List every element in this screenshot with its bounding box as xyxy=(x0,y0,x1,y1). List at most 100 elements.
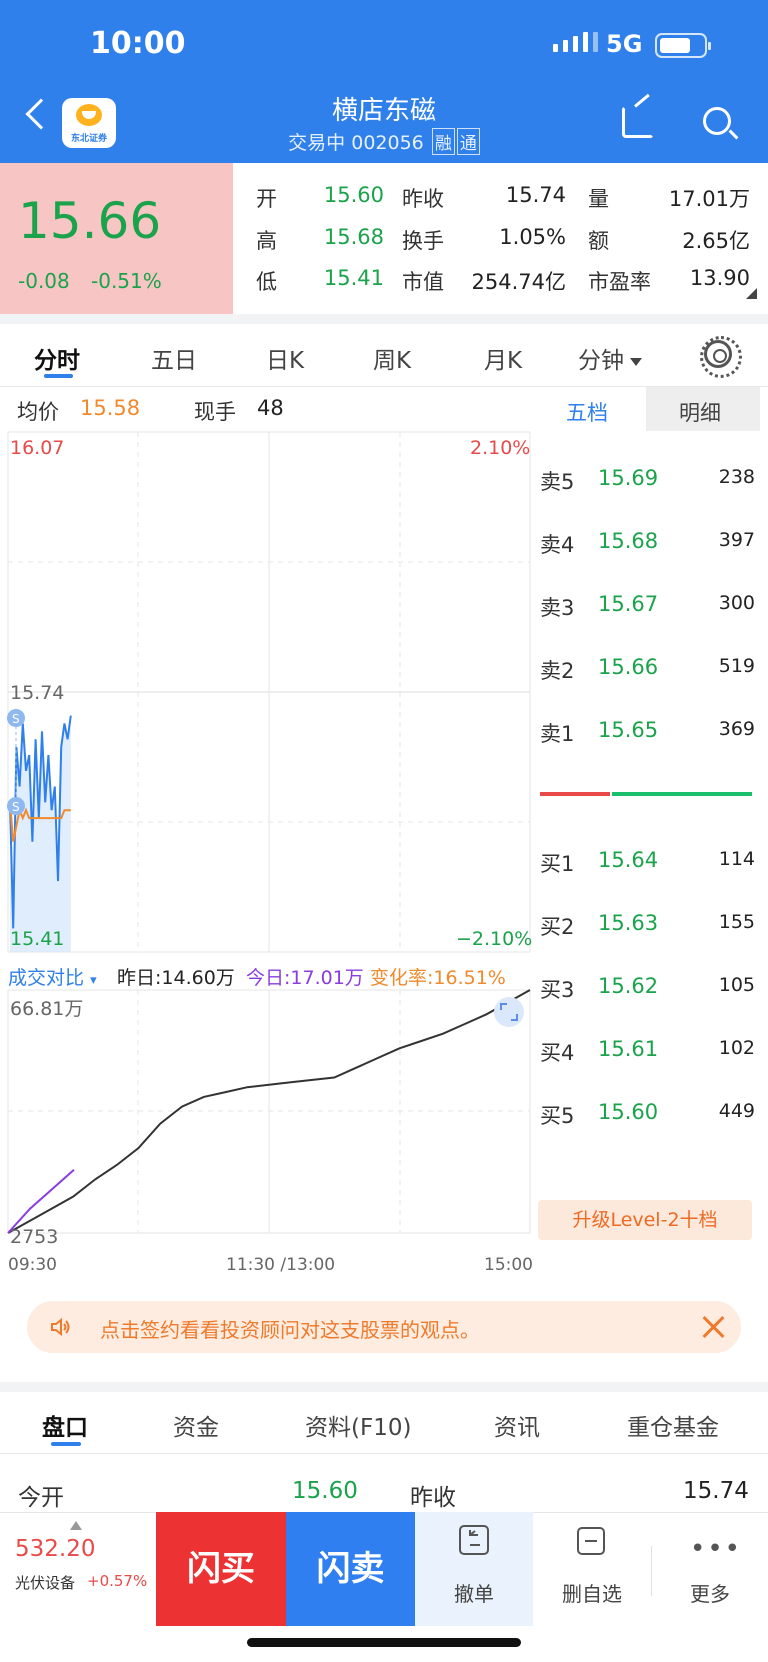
current-price: 15.66 xyxy=(18,192,162,250)
search-icon[interactable] xyxy=(703,107,731,135)
header-bar: 10:00 5G 东北证券 横店东磁 交易中 002056 融通 xyxy=(0,0,768,163)
quote-value-high: 15.68 xyxy=(323,225,384,249)
tab-minute[interactable]: 分钟 xyxy=(578,341,642,375)
more-dots-icon: ••• xyxy=(690,1534,743,1564)
triangle-up-icon xyxy=(70,1521,82,1530)
volume-compare-selector[interactable]: 成交对比 ▾ xyxy=(8,963,97,990)
bid-row[interactable]: 买1 15.64 114 xyxy=(540,848,755,878)
separator xyxy=(0,1453,768,1454)
y-mid-label: 15.74 xyxy=(10,682,65,704)
status-time: 10:00 xyxy=(90,26,186,61)
close-icon[interactable] xyxy=(699,1313,727,1341)
tag-connect: 通 xyxy=(456,128,480,155)
tab-top-funds[interactable]: 重仓基金 xyxy=(627,1408,719,1442)
ask-row[interactable]: 卖2 15.66 519 xyxy=(540,655,755,685)
tab-intraday[interactable]: 分时 xyxy=(34,341,80,375)
tab-underline xyxy=(51,1442,81,1446)
volume-top-label: 66.81万 xyxy=(10,998,84,1020)
avg-price-label: 均价 xyxy=(17,400,59,424)
quote-label-pe: 市盈率 xyxy=(588,270,651,294)
sector-index-value[interactable]: 532.20 xyxy=(15,1536,95,1562)
sector-name[interactable]: 光伏设备 xyxy=(15,1572,75,1593)
intraday-chart[interactable]: S S xyxy=(0,430,532,1253)
x-tick-close: 15:00 xyxy=(484,1255,533,1275)
bid-row[interactable]: 买5 15.60 449 xyxy=(540,1100,755,1130)
stock-code: 002056 xyxy=(351,132,424,154)
chevron-down-icon xyxy=(630,357,642,366)
quote-value-volume: 17.01万 xyxy=(668,187,750,211)
gear-icon[interactable] xyxy=(700,336,742,378)
fullscreen-icon[interactable] xyxy=(494,997,524,1027)
current-hand-label: 现手 xyxy=(194,400,236,424)
bid-row[interactable]: 买3 15.62 105 xyxy=(540,974,755,1004)
tab-news[interactable]: 资讯 xyxy=(494,1408,540,1442)
upgrade-level2-button[interactable]: 升级Level-2十档 xyxy=(538,1200,752,1240)
trading-status: 交易中 xyxy=(288,132,346,154)
tab-five-levels[interactable]: 五档 xyxy=(566,397,608,427)
expand-corner-icon[interactable] xyxy=(746,288,757,299)
bid-ask-ratio-sell xyxy=(540,792,610,796)
ask-row[interactable]: 卖1 15.65 369 xyxy=(540,718,755,748)
tab-five-day[interactable]: 五日 xyxy=(151,341,197,375)
tab-details[interactable]: 明细 xyxy=(679,397,721,427)
speaker-icon xyxy=(51,1317,70,1337)
ask-row[interactable]: 卖4 15.68 397 xyxy=(540,529,755,559)
ask-row[interactable]: 卖5 15.69 238 xyxy=(540,466,755,496)
quote-value-pe: 13.90 xyxy=(689,266,750,290)
remove-watchlist-icon xyxy=(577,1527,605,1555)
y-bottom-label: 15.41 xyxy=(10,928,65,950)
quote-value-prev-close: 15.74 xyxy=(505,183,566,207)
cancel-order-label: 撤单 xyxy=(454,1582,494,1606)
quote-label-high: 高 xyxy=(256,229,277,253)
open-value: 15.60 xyxy=(292,1478,358,1504)
flash-buy-button[interactable]: 闪买 xyxy=(156,1512,286,1626)
tab-underline xyxy=(44,374,73,378)
cancel-order-button[interactable]: 撤单 xyxy=(415,1512,533,1626)
notice-text: 点击签约看看投资顾问对这支股票的观点。 xyxy=(100,1318,480,1342)
tab-order-book[interactable]: 盘口 xyxy=(42,1408,88,1442)
pct-bottom-label: −2.10% xyxy=(456,928,533,950)
more-button[interactable]: ••• 更多 xyxy=(652,1512,768,1626)
tab-monthly-k[interactable]: 月K xyxy=(484,341,522,375)
network-label: 5G xyxy=(606,30,643,58)
x-tick-midday: 11:30 /13:00 xyxy=(226,1255,336,1275)
volume-bottom-label: 2753 xyxy=(10,1226,59,1248)
price-change: -0.08 xyxy=(18,269,70,293)
tab-weekly-k[interactable]: 周K xyxy=(373,341,411,375)
remove-watchlist-label: 删自选 xyxy=(562,1582,622,1606)
tag-margin: 融 xyxy=(431,128,455,155)
quote-label-amount: 额 xyxy=(588,229,609,253)
quote-value-low: 15.41 xyxy=(323,266,384,290)
volume-change-rate: 变化率:16.51% xyxy=(370,967,506,989)
prev-close-value: 15.74 xyxy=(683,1478,749,1504)
signal-icon xyxy=(553,32,598,52)
avg-price-value: 15.58 xyxy=(80,396,141,420)
divider xyxy=(0,1382,768,1392)
quote-value-market-cap: 254.74亿 xyxy=(471,270,566,294)
quote-value-amount: 2.65亿 xyxy=(682,229,750,253)
quote-label-open: 开 xyxy=(256,187,277,211)
share-icon[interactable] xyxy=(622,106,654,138)
quote-label-low: 低 xyxy=(256,270,277,294)
quote-label-prev-close: 昨收 xyxy=(402,187,444,211)
flash-sell-button[interactable]: 闪卖 xyxy=(286,1512,415,1626)
pct-top-label: 2.10% xyxy=(470,437,531,459)
current-hand-value: 48 xyxy=(257,396,284,420)
remove-watchlist-button[interactable]: 删自选 xyxy=(533,1512,651,1626)
ask-row[interactable]: 卖3 15.67 300 xyxy=(540,592,755,622)
tab-daily-k[interactable]: 日K xyxy=(266,341,304,375)
tab-profile-f10[interactable]: 资料(F10) xyxy=(305,1408,411,1442)
bid-row[interactable]: 买2 15.63 155 xyxy=(540,911,755,941)
more-label: 更多 xyxy=(690,1582,730,1606)
home-indicator xyxy=(247,1638,521,1647)
tab-capital[interactable]: 资金 xyxy=(173,1408,219,1442)
bid-row[interactable]: 买4 15.61 102 xyxy=(540,1037,755,1067)
quote-label-market-cap: 市值 xyxy=(402,270,444,294)
svg-text:S: S xyxy=(12,712,20,726)
advisor-notice[interactable]: 点击签约看看投资顾问对这支股票的观点。 xyxy=(27,1301,741,1353)
divider xyxy=(0,314,768,324)
volume-yesterday: 昨日:14.60万 xyxy=(117,967,235,989)
quote-value-open: 15.60 xyxy=(323,183,384,207)
price-change-pct: -0.51% xyxy=(91,269,162,293)
quote-label-volume: 量 xyxy=(588,187,609,211)
